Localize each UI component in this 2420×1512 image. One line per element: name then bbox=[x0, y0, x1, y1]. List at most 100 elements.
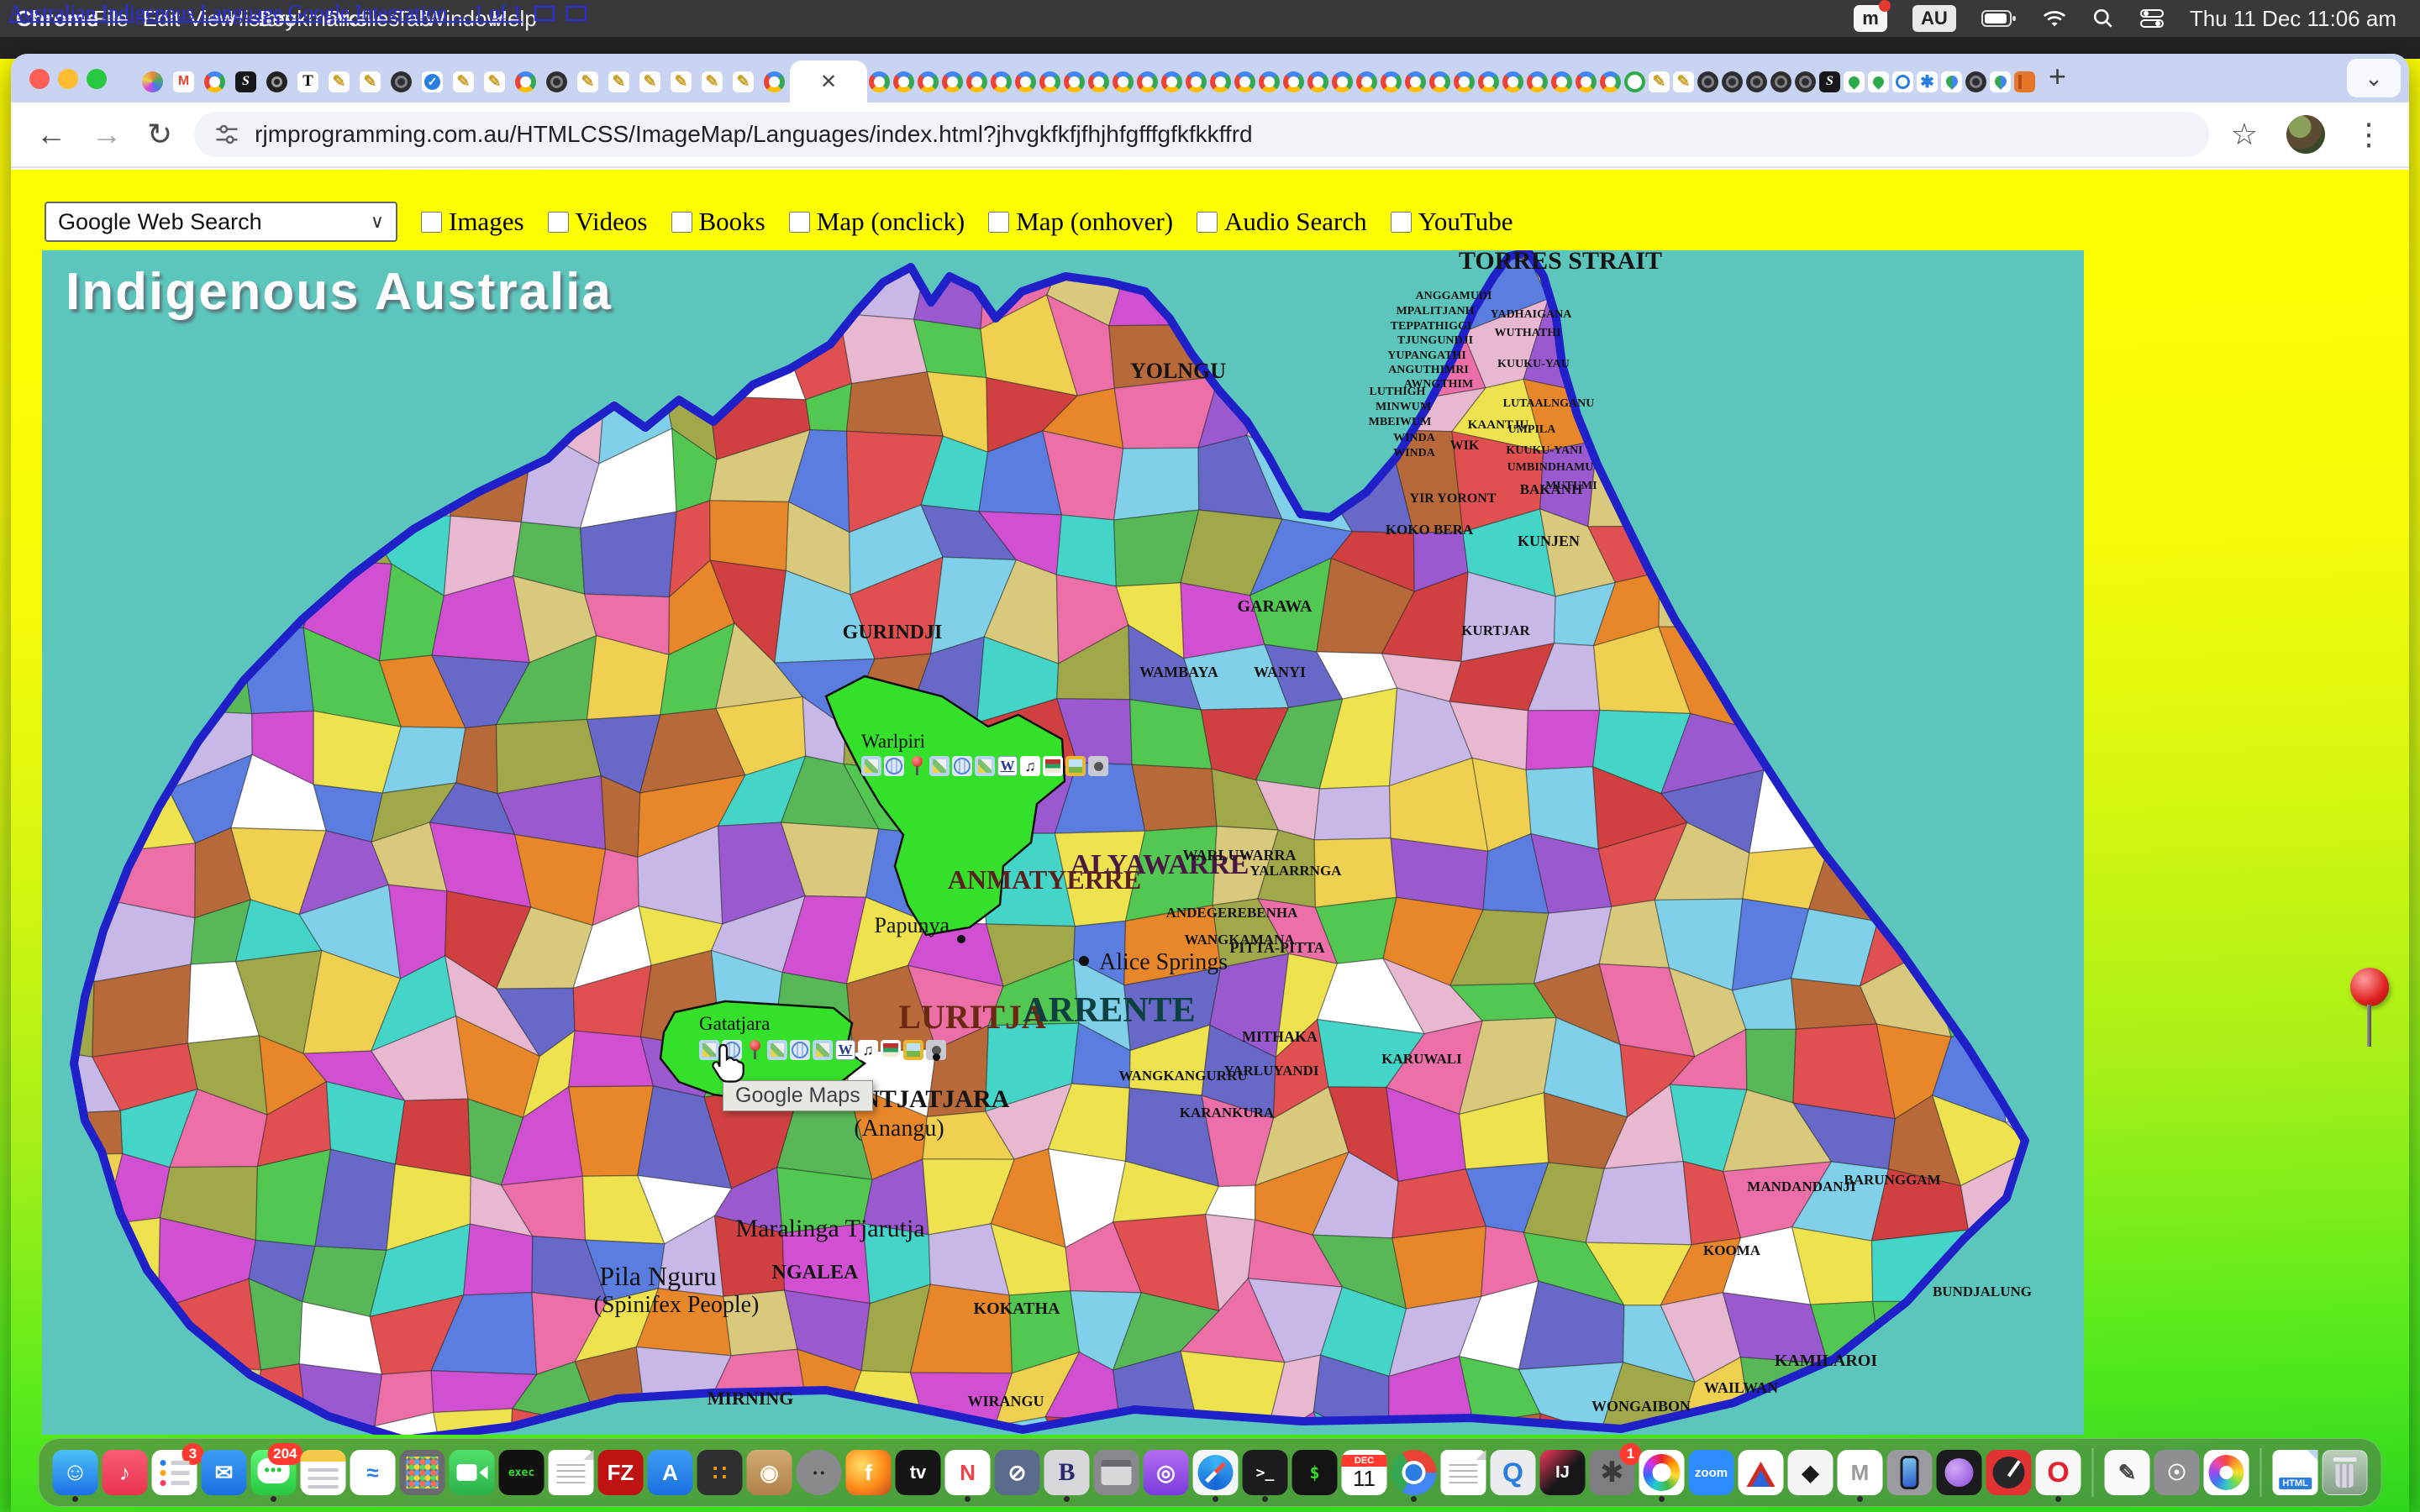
browser-tab-google[interactable] bbox=[867, 60, 892, 102]
dock-item-quicktime[interactable]: Q bbox=[1491, 1450, 1536, 1495]
dock-item-photos[interactable] bbox=[2204, 1450, 2249, 1495]
dock-item-inkscape[interactable]: ◆ bbox=[1788, 1450, 1833, 1495]
close-window-button[interactable] bbox=[29, 69, 50, 89]
dock-item-facetime[interactable] bbox=[450, 1450, 495, 1495]
profile-avatar[interactable] bbox=[2286, 115, 2325, 154]
browser-tab-pencil[interactable] bbox=[1647, 60, 1671, 102]
browser-tab-pencil[interactable] bbox=[728, 60, 759, 102]
browser-tab-google[interactable] bbox=[1062, 60, 1086, 102]
menubar-app-icon[interactable]: m bbox=[1854, 5, 1887, 32]
globe-icon[interactable] bbox=[952, 756, 972, 776]
browser-tab-google[interactable] bbox=[1111, 60, 1135, 102]
browser-tab-google[interactable] bbox=[1257, 60, 1281, 102]
wikipedia-icon[interactable] bbox=[835, 1040, 855, 1060]
dock-item-accessibility-app[interactable]: ☉ bbox=[2154, 1450, 2200, 1495]
dock-item-messages[interactable]: 204 bbox=[251, 1450, 297, 1495]
dock-item-art-app[interactable] bbox=[1639, 1450, 1685, 1495]
browser-tab-google[interactable] bbox=[1501, 60, 1525, 102]
control-center-icon[interactable] bbox=[2139, 8, 2165, 29]
checkbox-input[interactable] bbox=[671, 212, 692, 233]
dock-item-reminders[interactable]: 3 bbox=[152, 1450, 197, 1495]
browser-tab-pencil[interactable] bbox=[666, 60, 697, 102]
active-tab[interactable]: ✕ bbox=[790, 60, 867, 102]
dock-item-launchpad[interactable] bbox=[400, 1450, 445, 1495]
checkbox-videos[interactable]: Videos bbox=[548, 207, 648, 237]
browser-tab-pinwheel[interactable] bbox=[137, 60, 168, 102]
dock-item-b-app[interactable]: B bbox=[1044, 1450, 1090, 1495]
browser-tab-google[interactable] bbox=[916, 60, 940, 102]
photo-icon[interactable] bbox=[1065, 756, 1086, 776]
close-tab-icon[interactable]: ✕ bbox=[820, 70, 837, 94]
browser-tab-google[interactable] bbox=[1038, 60, 1062, 102]
dock-item-window-app[interactable] bbox=[1094, 1450, 1139, 1495]
dock-item-contacts[interactable]: ◉ bbox=[747, 1450, 792, 1495]
forward-button[interactable]: → bbox=[92, 117, 122, 152]
browser-tab-gear[interactable] bbox=[1915, 60, 1939, 102]
checkbox-input[interactable] bbox=[548, 212, 569, 233]
wikipedia-icon[interactable] bbox=[997, 756, 1018, 776]
music-icon[interactable] bbox=[858, 1040, 878, 1060]
browser-tab-pin[interactable] bbox=[1842, 60, 1866, 102]
address-bar[interactable]: rjmprogramming.com.au/HTMLCSS/ImageMap/L… bbox=[194, 112, 2209, 157]
browser-tab-google[interactable] bbox=[199, 60, 230, 102]
checkbox-images[interactable]: Images bbox=[421, 207, 524, 237]
pin-icon[interactable] bbox=[744, 1040, 765, 1060]
dock-item-exec-terminal[interactable]: $ bbox=[1292, 1450, 1338, 1495]
input-source-badge[interactable]: AU bbox=[1912, 5, 1956, 32]
map-icon[interactable] bbox=[813, 1040, 833, 1060]
checkbox-books[interactable]: Books bbox=[671, 207, 765, 237]
dock-item-calendar[interactable]: DEC11 bbox=[1342, 1450, 1387, 1495]
browser-tab-dark[interactable] bbox=[1744, 60, 1769, 102]
menu-bar-clock[interactable]: Thu 11 Dec 11:06 am bbox=[2190, 6, 2396, 32]
browser-tab-google[interactable] bbox=[1086, 60, 1111, 102]
browser-tab-pencil[interactable] bbox=[634, 60, 666, 102]
pin-icon[interactable] bbox=[907, 756, 927, 776]
dock-item-calculator[interactable]: ∷ bbox=[697, 1450, 743, 1495]
browser-tab-mapspin[interactable] bbox=[1988, 60, 2012, 102]
browser-tab-google[interactable] bbox=[1549, 60, 1574, 102]
dock-item-system-settings[interactable]: ✱1 bbox=[1590, 1450, 1635, 1495]
browser-tab-google[interactable] bbox=[892, 60, 916, 102]
browser-tab-google[interactable] bbox=[1476, 60, 1501, 102]
dock-item-intellij[interactable]: IJ bbox=[1540, 1450, 1586, 1495]
browser-tab-dark[interactable] bbox=[541, 60, 572, 102]
music-icon[interactable] bbox=[1020, 756, 1040, 776]
browser-tab-dark[interactable] bbox=[1696, 60, 1720, 102]
url-text[interactable]: rjmprogramming.com.au/HTMLCSS/ImageMap/L… bbox=[255, 121, 1252, 148]
search-type-select[interactable]: Google Web Search∨ bbox=[45, 202, 397, 242]
dock-item-drawing-app[interactable]: ≈ bbox=[350, 1450, 396, 1495]
photo-icon[interactable] bbox=[903, 1040, 923, 1060]
dock-item-iphone-mirroring[interactable] bbox=[1887, 1450, 1933, 1495]
browser-tab-google[interactable] bbox=[965, 60, 989, 102]
browser-tab-google[interactable] bbox=[1574, 60, 1598, 102]
dock-item-app-store[interactable]: A bbox=[648, 1450, 693, 1495]
dock-item-markup-app[interactable]: ✎ bbox=[2105, 1450, 2150, 1495]
browser-tab-google[interactable] bbox=[1379, 60, 1403, 102]
map-icon[interactable] bbox=[767, 1040, 787, 1060]
site-settings-icon[interactable] bbox=[214, 122, 239, 147]
wifi-icon[interactable] bbox=[2042, 8, 2067, 29]
back-button[interactable]: ← bbox=[36, 117, 66, 152]
dock-item-chrome[interactable] bbox=[1392, 1450, 1437, 1495]
globe-icon[interactable] bbox=[790, 1040, 810, 1060]
globe-icon[interactable] bbox=[884, 756, 904, 776]
fullscreen-window-button[interactable] bbox=[87, 69, 107, 89]
minimize-window-button[interactable] bbox=[58, 69, 78, 89]
dock-item-opera[interactable]: O bbox=[2036, 1450, 2081, 1495]
browser-tab-google[interactable] bbox=[1135, 60, 1160, 102]
dock-item-cat-app[interactable] bbox=[1937, 1450, 1982, 1495]
browser-tab-pencil[interactable] bbox=[697, 60, 728, 102]
browser-tab-google[interactable] bbox=[989, 60, 1013, 102]
browser-tab-google[interactable] bbox=[1160, 60, 1184, 102]
browser-tab-dark[interactable] bbox=[1793, 60, 1818, 102]
page-title-overlay-link[interactable]: Australian Indigenous Language Google In… bbox=[8, 2, 587, 25]
browser-tab-google[interactable] bbox=[1525, 60, 1549, 102]
spotlight-search-icon[interactable] bbox=[2092, 8, 2114, 29]
browser-menu-icon[interactable]: ⋮ bbox=[2354, 117, 2384, 152]
browser-tab-google[interactable] bbox=[1184, 60, 1208, 102]
browser-tab-green[interactable] bbox=[1623, 60, 1647, 102]
dock-item-dial-app[interactable] bbox=[1986, 1450, 2032, 1495]
dock-item-blocked-app[interactable]: ⊘ bbox=[995, 1450, 1040, 1495]
dock-item-firefox[interactable]: f bbox=[846, 1450, 892, 1495]
new-tab-button[interactable]: + bbox=[2049, 59, 2066, 94]
